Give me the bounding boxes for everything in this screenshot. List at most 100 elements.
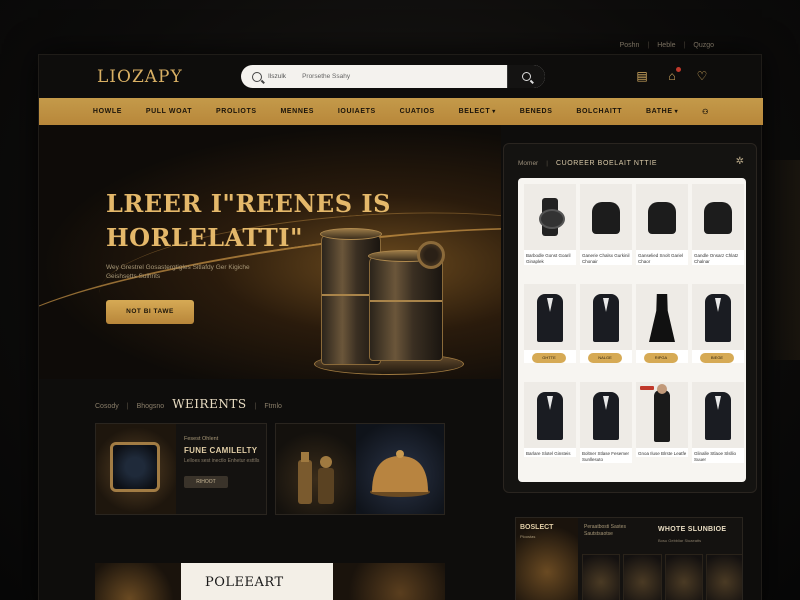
- product-card[interactable]: Ganerie Chalsx Gurkinil Chonair: [580, 184, 632, 265]
- product-thumb: [524, 382, 576, 448]
- product-button[interactable]: GHTTE: [532, 353, 566, 363]
- user-icon[interactable]: ⚇: [702, 108, 709, 116]
- dome-image: [370, 450, 430, 497]
- product-card[interactable]: Barlare Slotel Ginsteis: [524, 382, 576, 457]
- product-button[interactable]: RIPGA: [644, 353, 678, 363]
- feature-card-watch[interactable]: Fesest Ohlent FUNE CAMILELTY Lelloes ses…: [95, 423, 267, 515]
- product-card[interactable]: Barbodle Gonst Goaril Ginaplek: [524, 184, 576, 265]
- nav-item-select-label: BELECT: [458, 108, 491, 115]
- promo-thumb[interactable]: [623, 554, 662, 600]
- util-sep: |: [683, 42, 686, 49]
- tab-2[interactable]: Bhogsno: [137, 403, 165, 410]
- main-nav: HOWLE PULL WOAT PROLIOTS MENNES IOUIAETS…: [39, 98, 763, 125]
- product-card[interactable]: Gandle Onsarz Chlatz Chalnar: [692, 184, 744, 265]
- product-thumb: [692, 284, 744, 350]
- watch-decor: [417, 241, 445, 269]
- banner-image-right: [333, 563, 445, 600]
- panel-sep: |: [546, 160, 548, 167]
- promo-thumb[interactable]: [705, 554, 742, 600]
- product-name: Ganselied Snolt Gariel Chaor: [638, 253, 684, 264]
- nav-item-9[interactable]: BOLCHAITT: [576, 108, 622, 115]
- product-card[interactable]: GHTTE: [524, 284, 576, 363]
- util-link-2[interactable]: Heble: [657, 42, 675, 49]
- search-bar[interactable]: Ilszulk Prorsethe Ssahy: [241, 65, 545, 88]
- promo-banner[interactable]: POLEEART: [95, 563, 445, 600]
- panel-header: Momer | CUOREER BOELAIT NTTIE: [518, 160, 657, 167]
- feature-card-decor[interactable]: [275, 423, 445, 515]
- tab-sep: |: [254, 403, 257, 410]
- product-grid: Barbodle Gonst Goaril Ginaplek Ganerie C…: [518, 178, 746, 482]
- person-image: [654, 384, 670, 442]
- suit-image: [537, 392, 563, 440]
- chair-image: [648, 202, 676, 234]
- product-thumb: [692, 382, 744, 448]
- chevron-down-icon: ▾: [674, 109, 679, 115]
- promo-thumb[interactable]: [582, 554, 621, 600]
- cart-icon[interactable]: ⌂: [665, 67, 681, 83]
- utility-links: Poshn | Heble | Quzgo: [620, 42, 714, 49]
- watch-image: [110, 442, 160, 492]
- tab-sep: |: [126, 403, 129, 410]
- search-icon: [252, 71, 262, 82]
- util-link-3[interactable]: Quzgo: [693, 42, 714, 49]
- search-button[interactable]: [507, 65, 545, 88]
- product-name: Gnoa Iluse Blrste Leatfe: [638, 451, 687, 456]
- settings-icon[interactable]: ✲: [736, 156, 744, 167]
- nav-item-bathe[interactable]: BATHE ▾: [646, 108, 678, 115]
- promo-text: Peraatbosti Sastes Sautstsaotse: [584, 524, 626, 537]
- product-name: Gandle Onsarz Chlatz Chalnar: [694, 253, 739, 264]
- product-thumb: [580, 284, 632, 350]
- promo-strip[interactable]: BOSLECT Ploostas Peraatbosti Sastes Saut…: [515, 517, 743, 600]
- clipboard-icon[interactable]: ▤: [635, 69, 649, 83]
- search-scope[interactable]: Ilszulk: [268, 73, 286, 80]
- suit-image: [593, 392, 619, 440]
- card-desc: Lelloes sest inectlo Enhetur esttlls: [184, 458, 260, 464]
- nav-item-3[interactable]: PROLIOTS: [216, 108, 257, 115]
- tab-1[interactable]: Cosody: [95, 403, 119, 410]
- suit-image: [537, 294, 563, 342]
- product-card[interactable]: RIPGA: [636, 284, 688, 363]
- product-name: Barlare Slotel Ginsteis: [526, 451, 571, 456]
- nav-item-8[interactable]: BENEDS: [520, 108, 553, 115]
- suit-image: [705, 294, 731, 342]
- product-name: Barbodle Gonst Goaril Ginaplek: [526, 253, 571, 264]
- search-input[interactable]: Prorsethe Ssahy: [302, 73, 507, 80]
- page-frame: LIOZAPY Ilszulk Prorsethe Ssahy ▤ ⌂ ♡ HO…: [38, 54, 763, 600]
- product-button[interactable]: NALGE: [588, 353, 622, 363]
- product-thumb: [524, 284, 576, 350]
- canister-small: [368, 250, 444, 361]
- util-link-1[interactable]: Poshn: [620, 42, 640, 49]
- product-thumb: [524, 184, 576, 250]
- product-card[interactable]: BIEGE: [692, 284, 744, 363]
- product-card[interactable]: Glinalle Stlaoe Slsllio Suuer: [692, 382, 744, 463]
- product-card[interactable]: Boltner Stlase Fesemer Sunllesuto: [580, 382, 632, 463]
- product-button[interactable]: BIEGE: [700, 353, 734, 363]
- heart-icon[interactable]: ♡: [695, 69, 709, 83]
- promo-title: WHOTE SLUNBIOE: [658, 526, 727, 533]
- product-card[interactable]: NALGE: [580, 284, 632, 363]
- nav-item-6[interactable]: CUATIOS: [400, 108, 435, 115]
- suit-image: [593, 294, 619, 342]
- card-button[interactable]: RIHOOT: [184, 476, 228, 488]
- product-card[interactable]: Ganselied Snolt Gariel Chaor: [636, 184, 688, 265]
- chair-image: [592, 202, 620, 234]
- panel-crumb[interactable]: Momer: [518, 160, 538, 167]
- nav-item-select[interactable]: BELECT ▾: [459, 108, 496, 115]
- promo-thumb[interactable]: [664, 554, 703, 600]
- section-tabs: Cosody | Bhogsno WEIRENTS | Ftmlo: [95, 397, 282, 411]
- promo-label: BOSLECT: [520, 524, 554, 531]
- card-title: FUNE CAMILELTY: [184, 446, 258, 455]
- tab-active[interactable]: WEIRENTS: [172, 397, 246, 411]
- panel-title: CUOREER BOELAIT NTTIE: [555, 160, 658, 167]
- suit-image: [705, 392, 731, 440]
- product-thumb: [636, 184, 688, 250]
- logo[interactable]: LIOZAPY: [97, 67, 183, 87]
- hero-cta-button[interactable]: NOT BI TAWE: [106, 300, 194, 324]
- nav-item-5[interactable]: IOUIAETS: [338, 108, 376, 115]
- product-card[interactable]: Gnoa Iluse Blrste Leatfe: [636, 382, 688, 457]
- nav-item-2[interactable]: PULL WOAT: [146, 108, 192, 115]
- tab-extra[interactable]: Ftmlo: [264, 403, 282, 410]
- promo-label-sub: Ploostas: [520, 534, 536, 539]
- nav-item-home[interactable]: HOWLE: [93, 108, 122, 115]
- nav-item-4[interactable]: MENNES: [280, 108, 314, 115]
